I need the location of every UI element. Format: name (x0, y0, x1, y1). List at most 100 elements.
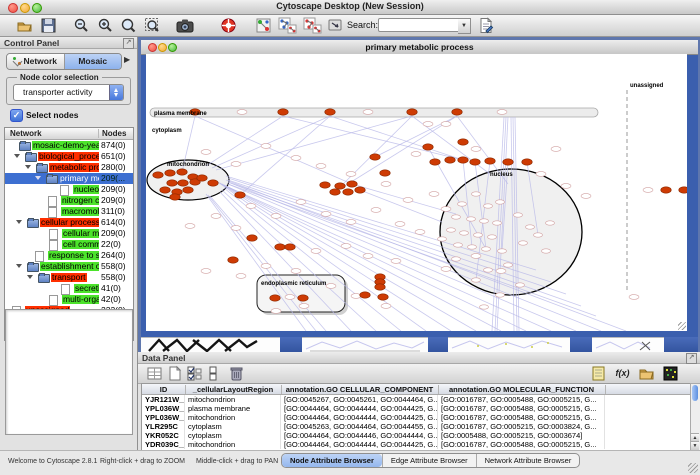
tree-row[interactable]: cellular process614(0) (5, 217, 133, 228)
zoom-out-button[interactable] (73, 17, 90, 34)
graph-node[interactable] (360, 292, 370, 298)
zoom-fit-button[interactable] (144, 17, 161, 34)
graph-node[interactable] (160, 187, 170, 193)
tree-row[interactable]: cellular metabol209(0) (5, 228, 133, 239)
table-row[interactable]: YKR052Ccytoplasm[GO:0044464, GO:0044446,… (142, 431, 690, 440)
tree-row[interactable]: mosaic-demo-yeast874(0) (5, 140, 133, 151)
expander-icon[interactable] (25, 165, 31, 169)
tree-row[interactable]: multi-organism pro42(0) (5, 294, 133, 305)
birdseye-view-panel[interactable] (5, 309, 133, 435)
tab-node-attribute-browser[interactable]: Node Attribute Browser (282, 454, 382, 467)
graph-node[interactable] (679, 187, 687, 193)
tab-network[interactable]: Network (7, 54, 64, 69)
tab-mosaic[interactable]: Mosaic (64, 54, 122, 69)
tree-row[interactable]: cell communicat22(0) (5, 239, 133, 250)
graph-node[interactable] (208, 180, 218, 186)
network-overlay-alt-button[interactable] (303, 17, 320, 34)
tree-row[interactable]: transport558(0) (5, 272, 133, 283)
tree-row[interactable]: biological_process651(0) (5, 151, 133, 162)
tree-row[interactable]: establishment of lo558(0) (5, 261, 133, 272)
graph-node[interactable] (247, 235, 257, 241)
graph-node[interactable] (430, 159, 440, 165)
background-window-1[interactable] (141, 337, 280, 353)
graph-node[interactable] (423, 144, 433, 150)
tree-row[interactable]: response to stimulu264(0) (5, 250, 133, 261)
graph-node[interactable] (343, 189, 353, 195)
open-session-button[interactable] (16, 17, 33, 34)
table-column-header[interactable]: _cellularLayoutRegion (185, 385, 282, 394)
graph-node[interactable] (355, 187, 365, 193)
graph-node[interactable] (325, 109, 335, 115)
new-attribute-button[interactable] (166, 365, 183, 382)
scrollbar-thumb[interactable] (692, 385, 698, 401)
expander-icon[interactable] (27, 275, 33, 279)
select-nodes-checkbox[interactable]: ✓ (10, 109, 23, 122)
tree-row[interactable]: primary metabo209(... (5, 173, 133, 184)
background-window-3[interactable] (448, 337, 570, 353)
graph-node[interactable] (458, 157, 468, 163)
tree-row[interactable]: nucleobase-209(0) (5, 184, 133, 195)
tab-network-attribute-browser[interactable]: Network Attribute Browser (476, 454, 580, 467)
graph-node[interactable] (278, 109, 288, 115)
tree-row[interactable]: nitrogen compo209(0) (5, 195, 133, 206)
graph-node[interactable] (170, 194, 180, 200)
graph-node[interactable] (375, 284, 385, 290)
table-row[interactable]: YJR121W__1mitochondrion[GO:0045267, GO:0… (142, 395, 690, 404)
graph-node[interactable] (197, 175, 207, 181)
table-column-header[interactable]: ID (142, 385, 186, 394)
table-column-header[interactable]: annotation.GO CELLULAR_COMPONENT (281, 385, 439, 394)
select-attributes-button[interactable] (186, 365, 203, 382)
attribute-editor-button[interactable] (590, 365, 607, 382)
float-panel-icon[interactable]: ↗ (686, 353, 697, 364)
expander-icon[interactable] (16, 264, 22, 268)
zoom-in-button[interactable] (97, 17, 114, 34)
tree-row[interactable]: macromolecule311(0) (5, 206, 133, 217)
vizmapper-button[interactable] (255, 17, 272, 34)
graph-node[interactable] (335, 183, 345, 189)
tab-edge-attribute-browser[interactable]: Edge Attribute Browser (382, 454, 476, 467)
attribute-table-button[interactable] (146, 365, 163, 382)
graph-node[interactable] (270, 295, 280, 301)
network-view-window[interactable]: primary metabolic process plasma membran… (141, 40, 698, 337)
graph-node[interactable] (235, 192, 245, 198)
network-canvas[interactable]: plasma membranecytoplasmmitochondrionnuc… (146, 54, 687, 331)
graph-node[interactable] (167, 180, 177, 186)
network-overlay-button[interactable] (278, 17, 295, 34)
graph-node[interactable] (522, 159, 532, 165)
window-resize-grip[interactable] (676, 322, 687, 331)
annotation-button[interactable] (327, 17, 344, 34)
graph-node[interactable] (178, 180, 188, 186)
graph-node[interactable] (153, 172, 163, 178)
import-attributes-button[interactable] (638, 365, 655, 382)
table-row[interactable]: YPL036W__1mitochondrion[GO:0044464, GO:0… (142, 413, 690, 422)
background-window-4[interactable] (592, 337, 664, 353)
matrix-view-button[interactable] (662, 365, 679, 382)
zoom-selected-button[interactable] (120, 17, 137, 34)
graph-node[interactable] (298, 295, 308, 301)
save-session-button[interactable] (40, 17, 57, 34)
color-attribute-select[interactable]: transporter activity (13, 84, 124, 101)
graph-node[interactable] (165, 170, 175, 176)
formula-builder-button[interactable]: f(x) (614, 365, 631, 382)
graph-node[interactable] (228, 257, 238, 263)
graph-node[interactable] (470, 159, 480, 165)
search-dropdown-button[interactable]: ▼ (458, 18, 471, 34)
graph-node[interactable] (445, 157, 455, 163)
graph-node[interactable] (458, 139, 468, 145)
expander-icon[interactable] (35, 176, 41, 180)
graph-node[interactable] (347, 181, 357, 187)
graph-node[interactable] (407, 109, 417, 115)
attribute-file-button[interactable] (477, 17, 494, 34)
network-graph[interactable]: plasma membranecytoplasmmitochondrionnuc… (146, 54, 687, 331)
tree-row[interactable]: secretion41(0) (5, 283, 133, 294)
graph-node[interactable] (370, 154, 380, 160)
scroll-down-button[interactable]: ▼ (691, 441, 699, 450)
graph-node[interactable] (330, 189, 340, 195)
table-row[interactable]: YDR039C__1mitochondrion[GO:0044464, GO:0… (142, 440, 690, 449)
graph-node[interactable] (285, 244, 295, 250)
unselect-attributes-button[interactable] (206, 365, 223, 382)
graph-node[interactable] (452, 109, 462, 115)
table-row[interactable]: YPL036W__2plasma membrane[GO:0044464, GO… (142, 404, 690, 413)
graph-node[interactable] (380, 170, 390, 176)
app-resize-grip[interactable] (688, 463, 698, 473)
